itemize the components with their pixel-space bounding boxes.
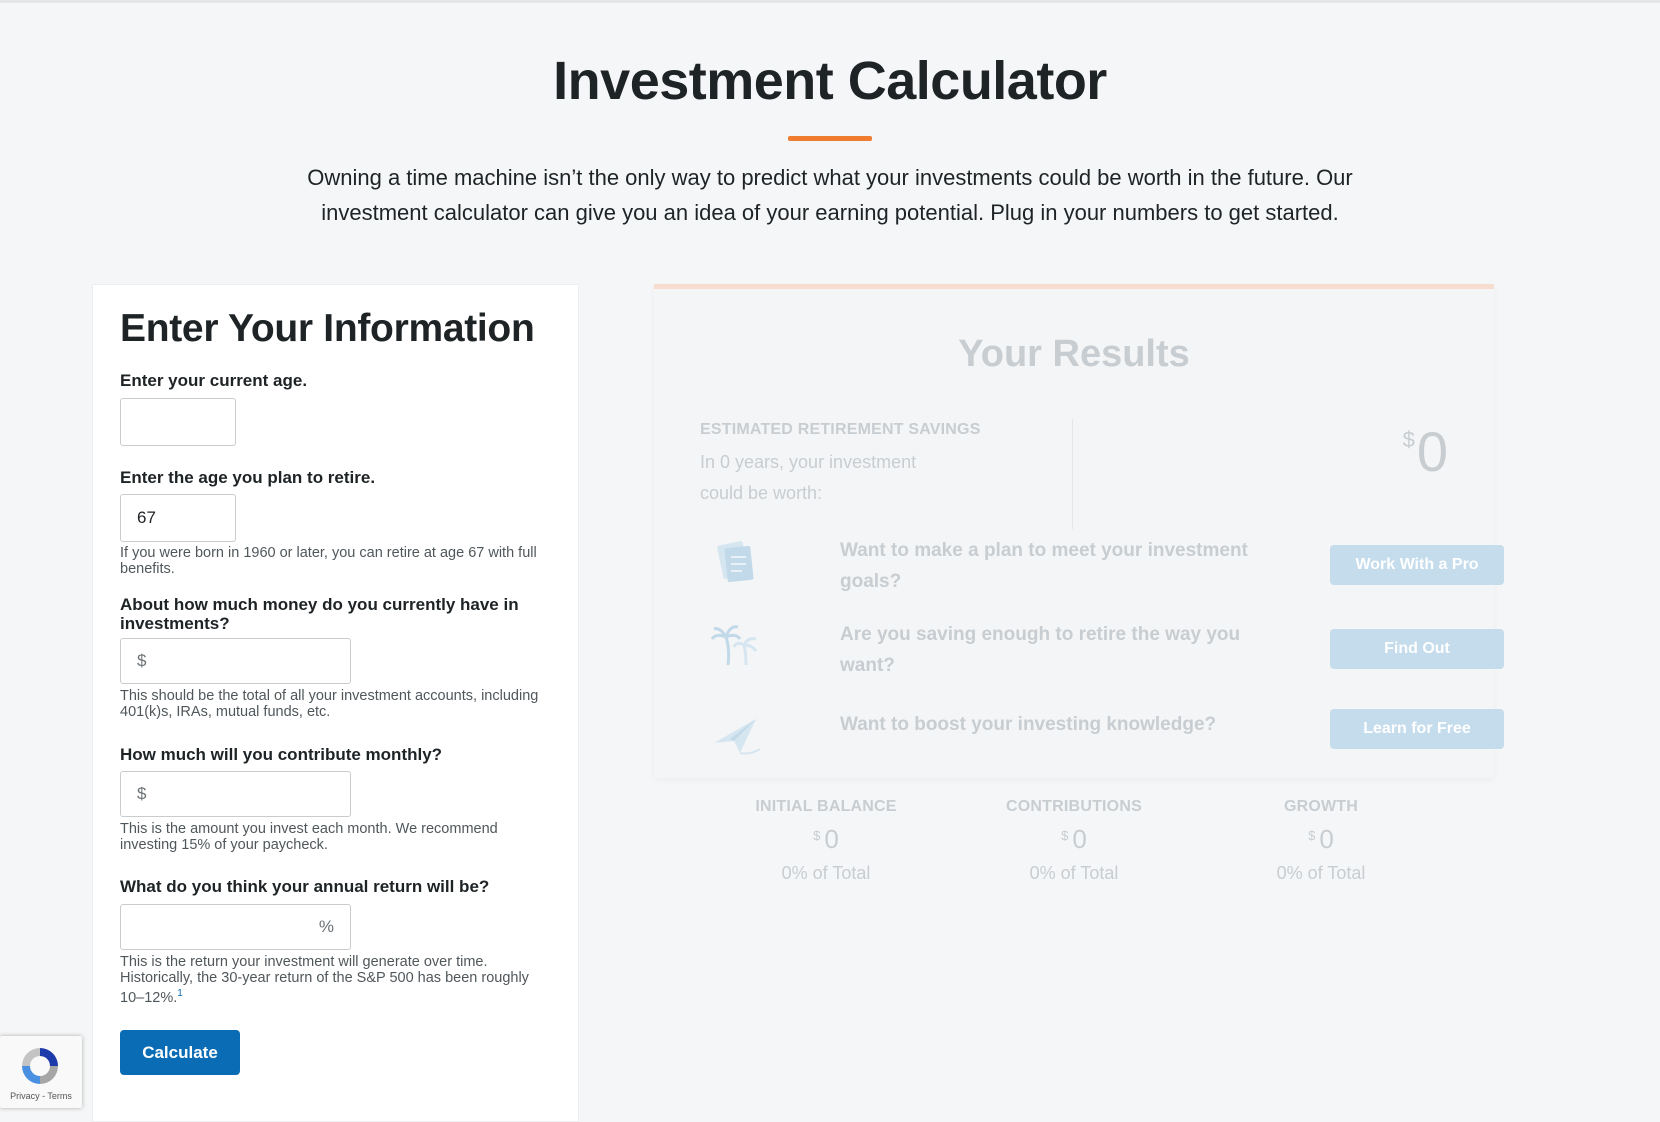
stat-percent: 0% of Total xyxy=(1276,863,1366,883)
learn-for-free-button[interactable]: Learn for Free xyxy=(1330,709,1504,749)
recaptcha-icon xyxy=(22,1048,58,1084)
paper-plane-icon xyxy=(714,719,761,755)
form-title: Enter Your Information xyxy=(120,307,535,350)
recaptcha-badge[interactable]: Privacy - Terms xyxy=(0,1036,82,1108)
current-age-field[interactable] xyxy=(120,398,236,446)
monthly-contribution-help: This is the amount you invest each month… xyxy=(120,821,498,853)
estimated-total: $0 xyxy=(1403,419,1448,484)
annual-return-help: This is the return your investment will … xyxy=(120,954,540,1006)
retire-age-field[interactable] xyxy=(120,494,236,542)
currency-symbol: $ xyxy=(1402,427,1415,452)
currency-symbol: $ xyxy=(1308,828,1316,843)
top-divider xyxy=(0,0,1660,3)
cta-row-find-out: Are you saving enough to retire the way … xyxy=(710,619,1504,676)
estimated-total-value: 0 xyxy=(1416,420,1448,483)
cta-text: Want to boost your investing knowledge? xyxy=(840,714,1217,735)
results-divider xyxy=(1072,419,1073,529)
currency-symbol: $ xyxy=(1061,828,1069,843)
monthly-contribution-field[interactable]: $ xyxy=(120,771,351,817)
cta-row-learn: Want to boost your investing knowledge? … xyxy=(710,709,1504,755)
current-age-label: Enter your current age. xyxy=(120,371,308,390)
title-accent-rule xyxy=(788,136,872,141)
current-investments-label: About how much money do you currently ha… xyxy=(120,595,519,633)
stat-value: $0 xyxy=(974,824,1174,855)
annual-return-label: What do you think your annual return wil… xyxy=(120,877,490,896)
initial-balance-stat: INITIAL BALANCE $0 0% of Total xyxy=(726,798,926,884)
checklist-icon xyxy=(717,541,754,583)
calculate-button[interactable]: Calculate xyxy=(120,1030,240,1075)
cta-row-pro: Want to make a plan to meet your investm… xyxy=(710,535,1504,592)
cta-text: Want to make a plan to meet your investm… xyxy=(840,540,1248,592)
recaptcha-links[interactable]: Privacy - Terms xyxy=(0,1091,82,1101)
current-investments-input[interactable] xyxy=(152,651,334,671)
page-title: Investment Calculator xyxy=(553,51,1107,111)
results-breakdown: INITIAL BALANCE $0 0% of Total CONTRIBUT… xyxy=(700,798,1450,898)
stat-value: $0 xyxy=(726,824,926,855)
stat-value-number: 0 xyxy=(1319,824,1334,854)
cta-text: Are you saving enough to retire the way … xyxy=(840,624,1241,676)
currency-symbol: $ xyxy=(813,828,821,843)
work-with-a-pro-button[interactable]: Work With a Pro xyxy=(1330,545,1504,585)
monthly-contribution-input[interactable] xyxy=(152,784,334,804)
stat-percent: 0% of Total xyxy=(1029,863,1119,883)
stat-percent: 0% of Total xyxy=(781,863,871,883)
stat-value: $0 xyxy=(1221,824,1421,855)
contributions-stat: CONTRIBUTIONS $0 0% of Total xyxy=(974,798,1174,884)
estimated-savings-label: ESTIMATED RETIREMENT SAVINGS xyxy=(700,421,981,438)
annual-return-field[interactable]: % xyxy=(120,904,351,950)
monthly-contribution-label: How much will you contribute monthly? xyxy=(120,745,443,764)
footnote-link[interactable]: 1 xyxy=(177,988,183,999)
page-intro: Owning a time machine isn’t the only way… xyxy=(307,165,1353,225)
retire-age-label: Enter the age you plan to retire. xyxy=(120,468,376,487)
stat-value-number: 0 xyxy=(824,824,839,854)
results-panel: Your Results ESTIMATED RETIREMENT SAVING… xyxy=(654,284,1504,778)
dollar-prefix: $ xyxy=(137,651,147,670)
dollar-prefix: $ xyxy=(137,784,147,803)
information-form: Enter Your Information Enter your curren… xyxy=(92,284,579,1122)
find-out-button[interactable]: Find Out xyxy=(1330,629,1504,669)
current-investments-help: This should be the total of all your inv… xyxy=(120,688,539,720)
stat-value-number: 0 xyxy=(1072,824,1087,854)
growth-stat: GROWTH $0 0% of Total xyxy=(1221,798,1421,884)
results-title: Your Results xyxy=(958,333,1190,375)
palm-trees-icon xyxy=(710,625,758,666)
current-investments-field[interactable]: $ xyxy=(120,638,351,684)
stat-label: GROWTH xyxy=(1283,798,1359,815)
stat-label: INITIAL BALANCE xyxy=(755,798,897,815)
retire-age-help: If you were born in 1960 or later, you c… xyxy=(120,545,537,577)
percent-suffix: % xyxy=(318,917,334,936)
current-age-input[interactable] xyxy=(137,412,219,432)
estimated-savings-text: In 0 years, your investment could be wor… xyxy=(700,452,917,503)
stat-label: CONTRIBUTIONS xyxy=(1006,798,1142,815)
retire-age-input[interactable] xyxy=(137,508,219,528)
annual-return-input[interactable] xyxy=(137,917,313,937)
